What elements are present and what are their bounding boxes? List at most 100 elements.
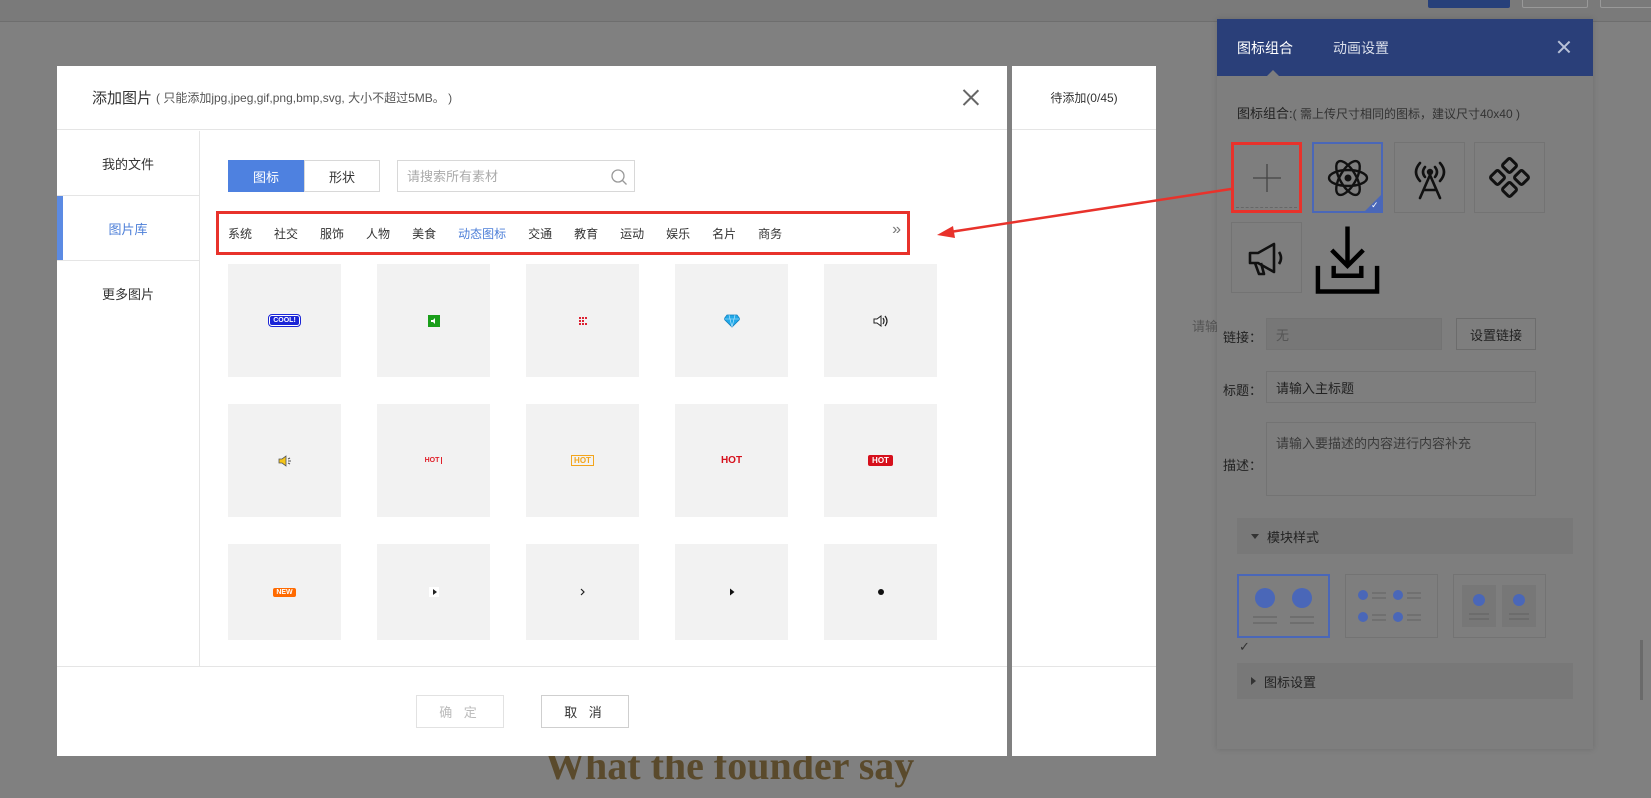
category-education[interactable]: 教育 <box>574 225 598 242</box>
module-style-section[interactable]: 模块样式 <box>1237 518 1573 554</box>
download-icon <box>1315 225 1380 294</box>
link-field: 无 <box>1266 318 1442 350</box>
description-field[interactable]: 请输入要描述的内容进行内容补充 <box>1266 422 1536 496</box>
play-white-icon <box>428 587 439 597</box>
category-system[interactable]: 系统 <box>228 225 252 242</box>
icon-settings-section[interactable]: 图标设置 <box>1237 663 1573 699</box>
icon-settings-title: 图标设置 <box>1264 674 1317 690</box>
image-tile[interactable]: HOT <box>824 404 937 517</box>
image-tile[interactable]: HOT <box>377 404 490 517</box>
category-animated-icons[interactable]: 动态图标 <box>458 225 506 242</box>
cool-badge-icon: COOL! <box>268 314 301 327</box>
style-option-2[interactable] <box>1345 574 1438 638</box>
pending-count: 待添加(0/45) <box>1012 66 1156 130</box>
modal-header: 添加图片 ( 只能添加jpg,jpeg,gif,png,bmp,svg, 大小不… <box>57 66 1007 130</box>
category-entertainment[interactable]: 娱乐 <box>666 225 690 242</box>
atom-icon <box>1327 159 1368 196</box>
modal-sidebar: 我的文件 图片库 更多图片 <box>57 131 200 666</box>
category-apparel[interactable]: 服饰 <box>320 225 344 242</box>
pending-divider <box>1012 666 1156 667</box>
category-food[interactable]: 美食 <box>412 225 436 242</box>
image-tile[interactable]: HOT <box>675 404 788 517</box>
add-icon <box>1252 163 1281 192</box>
category-bar: 系统 社交 服饰 人物 美食 动态图标 交通 教育 运动 娱乐 名片 商务 » <box>216 211 910 255</box>
category-transport[interactable]: 交通 <box>528 225 552 242</box>
cancel-button[interactable]: 取 消 <box>541 695 629 728</box>
link-label: 链接： <box>1223 330 1263 345</box>
title-field[interactable]: 请输入主标题 <box>1266 371 1536 403</box>
image-tile[interactable]: COOL! <box>228 264 341 377</box>
double-chevron-right-icon[interactable]: » <box>892 221 901 239</box>
hot-orange-icon: HOT <box>571 455 594 466</box>
diamond-icon <box>723 314 740 328</box>
sidebar-item-more-images[interactable]: 更多图片 <box>57 261 199 326</box>
type-segmented-control: 图标 形状 <box>228 160 380 192</box>
sidebar-item-image-library[interactable]: 图片库 <box>57 196 199 261</box>
icon-slot-atom[interactable]: ✓ <box>1312 142 1383 213</box>
image-tile[interactable] <box>526 264 639 377</box>
close-icon[interactable] <box>959 85 983 109</box>
title-value: 请输入主标题 <box>1276 380 1355 396</box>
modal-subtitle: ( 只能添加jpg,jpeg,gif,png,bmp,svg, 大小不超过5MB… <box>156 91 453 105</box>
caret-down-icon <box>1251 533 1259 539</box>
image-tile[interactable] <box>824 544 937 640</box>
icon-slot-network[interactable] <box>1474 142 1545 213</box>
broadcast-tower-icon <box>1414 161 1445 199</box>
icon-slot-megaphone[interactable] <box>1231 222 1302 293</box>
green-speaker-icon <box>427 314 440 327</box>
dot-icon <box>877 589 884 595</box>
description-placeholder: 请输入要描述的内容进行内容补充 <box>1276 436 1472 451</box>
image-tile[interactable]: NEW <box>228 544 341 640</box>
image-tile[interactable] <box>377 264 490 377</box>
description-label: 描述： <box>1223 458 1263 473</box>
network-nodes-icon <box>1488 156 1530 198</box>
confirm-button[interactable]: 确 定 <box>416 695 504 728</box>
sidebar-item-my-files[interactable]: 我的文件 <box>57 131 199 196</box>
sidebar-item-label: 图片库 <box>108 221 148 237</box>
image-tile[interactable] <box>228 404 341 517</box>
list-layout-icon <box>1358 590 1421 622</box>
category-social[interactable]: 社交 <box>274 225 298 242</box>
image-tile[interactable] <box>675 264 788 377</box>
icon-slot-download[interactable] <box>1312 222 1383 294</box>
hot-red-bold-icon: HOT <box>720 455 743 466</box>
sidebar-item-label: 我的文件 <box>101 156 154 172</box>
icon-group-title: 图标组合: <box>1237 106 1293 121</box>
search-icon[interactable] <box>610 168 628 186</box>
page-top-primary-button <box>1428 0 1510 8</box>
search-input[interactable] <box>407 168 607 184</box>
sidebar-item-label: 更多图片 <box>101 287 154 302</box>
modal-title: 添加图片 <box>92 90 153 107</box>
image-tile[interactable] <box>526 544 639 640</box>
add-image-modal: 添加图片 ( 只能添加jpg,jpeg,gif,png,bmp,svg, 大小不… <box>57 66 1007 756</box>
tab-icons[interactable]: 图标 <box>228 160 304 192</box>
yellow-speaker-icon <box>278 454 291 467</box>
set-link-button[interactable]: 设置链接 <box>1456 318 1536 350</box>
category-business-card[interactable]: 名片 <box>712 225 736 242</box>
new-bubble-icon: NEW <box>273 587 296 597</box>
icon-slot-tower[interactable] <box>1394 142 1465 213</box>
category-sports[interactable]: 运动 <box>620 225 644 242</box>
image-tile[interactable]: HOT <box>526 404 639 517</box>
selected-check-icon: ✓ <box>1364 194 1382 212</box>
style-option-1[interactable]: ✓ <box>1237 574 1330 654</box>
card-layout-icon <box>1462 585 1536 627</box>
image-tile[interactable] <box>377 544 490 640</box>
page-top-button <box>1522 0 1588 8</box>
image-tile[interactable] <box>675 544 788 640</box>
tab-animation-settings[interactable]: 动画设置 <box>1333 19 1389 76</box>
module-style-title: 模块样式 <box>1267 529 1320 545</box>
selected-check-icon: ✓ <box>1239 639 1250 654</box>
modal-footer: 确 定 取 消 <box>57 666 1007 756</box>
image-tile[interactable] <box>824 264 937 377</box>
add-icon-button[interactable] <box>1231 142 1302 213</box>
tab-shapes[interactable]: 形状 <box>304 160 380 192</box>
style-option-3[interactable] <box>1453 574 1546 638</box>
category-people[interactable]: 人物 <box>366 225 390 242</box>
tab-icon-group[interactable]: 图标组合 <box>1237 19 1293 76</box>
large-circles-layout-icon <box>1253 588 1314 624</box>
link-value: 无 <box>1276 327 1290 343</box>
panel-header: 图标组合 动画设置 <box>1217 19 1593 76</box>
category-business[interactable]: 商务 <box>758 225 782 242</box>
close-icon[interactable] <box>1557 40 1571 54</box>
